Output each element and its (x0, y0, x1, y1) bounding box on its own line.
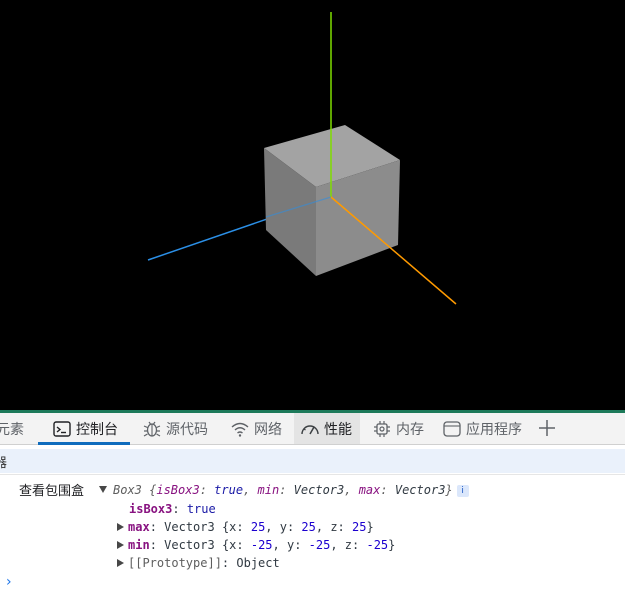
prop-isbox3-value: true (186, 502, 216, 516)
prop-max-key: max (128, 520, 150, 534)
summary-key-min: min (257, 483, 280, 497)
summary-val-max: Vector3 (394, 483, 446, 497)
expand-triangle-icon[interactable] (117, 541, 124, 549)
divider (0, 474, 625, 475)
tab-memory-label: 内存 (396, 421, 424, 438)
brace-close: } (445, 483, 453, 497)
console-output: 查看包围盒 Box3 {isBox3: true, min: Vector3, … (0, 474, 625, 607)
prop-max-y: 25 (301, 520, 316, 534)
summary-val-min: Vector3 (293, 483, 345, 497)
summary-key-max: max (358, 483, 381, 497)
tab-elements-label: 元素 (0, 421, 24, 438)
prop-max-x: 25 (250, 520, 266, 534)
prop-min[interactable]: min: Vector3 {x: -25, y: -25, z: -25} (117, 538, 395, 552)
prop-min-x: -25 (250, 538, 273, 552)
filter-bar-text: 器 (0, 456, 8, 471)
console-filter-bar[interactable]: 器 (0, 449, 625, 473)
tab-performance[interactable]: 性能 (294, 413, 360, 444)
prop-max[interactable]: max: Vector3 {x: 25, y: 25, z: 25} (117, 520, 374, 534)
prop-max-type: Vector3 (164, 520, 215, 534)
scene-graphic (147, 12, 457, 305)
plus-icon[interactable] (537, 418, 557, 438)
window-icon (443, 420, 461, 437)
tab-sources-label: 源代码 (166, 421, 208, 438)
prop-isbox3-key: isBox3 (129, 502, 173, 516)
prop-prototype[interactable]: [[Prototype]]: Object (117, 556, 280, 570)
brace-open: { (141, 483, 157, 497)
prompt-chevron-icon[interactable]: › (6, 574, 12, 590)
summary-val-isbox3: true (214, 483, 244, 497)
summary-key-isbox3: isBox3 (156, 483, 200, 497)
tab-network[interactable]: 网络 (230, 413, 290, 444)
prop-min-y: -25 (308, 538, 331, 552)
tab-elements[interactable]: 元素 (0, 413, 26, 444)
tab-network-label: 网络 (254, 421, 282, 438)
console-icon (53, 420, 71, 437)
object-summary[interactable]: Box3 {isBox3: true, min: Vector3, max: V… (99, 483, 469, 497)
prop-min-z: -25 (366, 538, 389, 552)
prop-max-z: 25 (352, 520, 367, 534)
prop-prototype-key: [[Prototype]] (128, 556, 222, 570)
prop-min-type: Vector3 (164, 538, 215, 552)
tab-application-label: 应用程序 (466, 421, 522, 438)
log-message: 查看包围盒 (19, 484, 85, 499)
tab-memory[interactable]: 内存 (372, 413, 428, 444)
collapse-triangle-icon[interactable] (99, 486, 107, 493)
tab-sources[interactable]: 源代码 (142, 413, 217, 444)
prop-isbox3: isBox3: true (129, 502, 216, 516)
wifi-icon (231, 422, 249, 437)
bug-icon (143, 421, 161, 437)
tab-console[interactable]: 控制台 (38, 413, 130, 445)
info-icon[interactable]: i (456, 485, 469, 497)
devtools-tabbar: 元素 控制台 源代码 网络 性能 内存 应用程序 (0, 413, 625, 445)
tab-console-label: 控制台 (76, 421, 118, 438)
prop-prototype-value: Object (236, 556, 280, 570)
tab-application[interactable]: 应用程序 (442, 413, 524, 444)
threejs-canvas[interactable] (0, 0, 625, 410)
object-class-name: Box3 (113, 483, 142, 497)
prop-min-key: min (128, 538, 150, 552)
tab-performance-label: 性能 (324, 421, 352, 438)
chip-icon (374, 420, 390, 437)
expand-triangle-icon[interactable] (117, 559, 124, 567)
expand-triangle-icon[interactable] (117, 523, 124, 531)
gauge-icon (301, 424, 319, 434)
